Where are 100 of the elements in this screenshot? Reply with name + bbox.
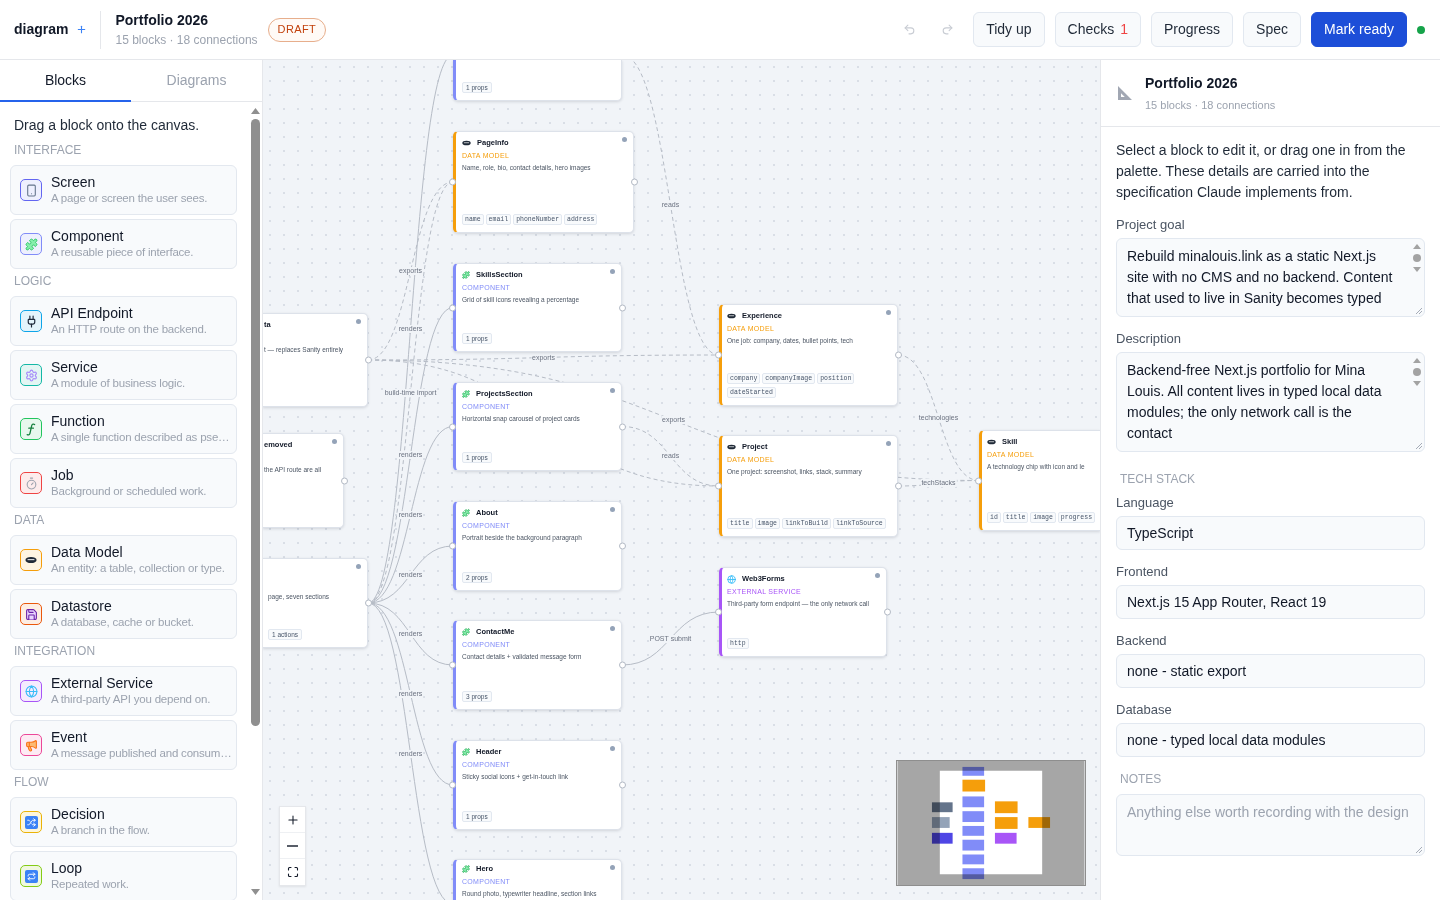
handle-icon[interactable] [895, 482, 902, 490]
phone-icon [20, 179, 42, 201]
resize-grip-icon[interactable] [1415, 442, 1422, 449]
scrollbar-thumb[interactable] [250, 119, 260, 726]
primary-button[interactable]: Mark ready [1310, 12, 1407, 47]
handle-icon[interactable] [365, 599, 372, 607]
handle-icon[interactable] [715, 608, 722, 616]
block-palette-item[interactable]: Job Background or scheduled work. [10, 458, 237, 508]
handle-icon[interactable] [631, 178, 638, 186]
puzzle-icon [462, 509, 470, 517]
block-title: Job [51, 467, 75, 484]
minimap-node [1028, 817, 1051, 828]
block-palette-item[interactable]: API Endpoint An HTTP route on the backend. [10, 296, 237, 346]
block-description: A page or screen the user sees. [51, 191, 208, 206]
handle-icon[interactable] [619, 542, 626, 550]
block-description: An HTTP route on the backend. [51, 322, 207, 337]
minimap-node [994, 832, 1017, 844]
handle-icon[interactable] [715, 351, 722, 359]
handle-icon[interactable] [449, 423, 456, 430]
input-field[interactable]: none - static export [1116, 654, 1425, 688]
block-title: External Service [51, 675, 154, 692]
plus-icon [285, 812, 300, 827]
handle-icon[interactable] [365, 356, 372, 364]
scrollbar-thumb[interactable] [1413, 254, 1421, 262]
block-title: Datastore [51, 598, 113, 615]
handle-icon[interactable] [449, 178, 456, 186]
minus-icon [287, 844, 298, 847]
minimap-node [962, 839, 985, 851]
handle-icon[interactable] [449, 661, 456, 669]
block-description: A message published and consum… [51, 746, 232, 761]
block-palette-item[interactable]: Decision A branch in the flow. [10, 797, 237, 847]
input-field[interactable]: Next.js 15 App Router, React 19 [1116, 585, 1425, 619]
disk-icon [727, 444, 736, 450]
scroll-down-icon[interactable] [250, 889, 260, 895]
minimap-node [931, 817, 950, 828]
scrollbar-thumb[interactable] [1413, 368, 1421, 376]
toolbar-button[interactable]: Spec [1243, 12, 1301, 47]
handle-icon[interactable] [715, 482, 722, 490]
handle-icon[interactable] [619, 304, 626, 311]
scroll-up-icon[interactable] [250, 108, 260, 114]
toolbar-button[interactable]: Progress [1151, 12, 1234, 47]
diagram-stats: 15 blocks · 18 connections [115, 32, 258, 48]
block-palette-item[interactable]: Service A module of business logic. [10, 350, 237, 400]
plus-icon[interactable] [76, 24, 88, 35]
textarea-field[interactable]: Backend-free Next.js portfolio for Mina Louis. All content lives in typed local data modules; the only network call is the contact [1116, 352, 1425, 452]
minimap-node [931, 832, 953, 844]
disk-icon [727, 313, 736, 319]
section-heading: TECH STACK [1119, 471, 1197, 487]
block-title: Function [51, 413, 106, 430]
field-label: Description [1116, 331, 1183, 347]
minimap-node [931, 802, 953, 813]
input-field[interactable]: none - typed local data modules [1116, 723, 1425, 757]
handle-icon[interactable] [449, 542, 456, 550]
diagram-stats: 15 blocks · 18 connections [1145, 98, 1276, 112]
scroll-down-icon[interactable] [1413, 267, 1421, 272]
diagram-title: Portfolio 2026 [1145, 74, 1239, 92]
minimap[interactable] [896, 760, 1086, 886]
handle-icon[interactable] [619, 781, 626, 789]
puzzle-icon [20, 233, 42, 255]
minimap-node [994, 817, 1018, 829]
inspector-intro: Select a block to edit it, or drag one in from the palette. These details are carried into the specification Claude implements from. [1116, 141, 1407, 202]
palette-hint: Drag a block onto the canvas. [13, 116, 201, 135]
scroll-up-icon[interactable] [1413, 244, 1421, 249]
handle-icon[interactable] [975, 477, 982, 484]
status-badge: DRAFT [267, 17, 327, 42]
resize-grip-icon[interactable] [1415, 846, 1422, 853]
block-palette-item[interactable]: Component A reusable piece of interface. [10, 219, 237, 269]
minimap-node [962, 766, 985, 776]
scroll-up-icon[interactable] [1413, 358, 1421, 363]
issue-count: 1 [1120, 20, 1128, 39]
field-label: Project goal [1116, 217, 1186, 233]
textarea-field[interactable]: Rebuild minalouis.link as a static Next.js site with no CMS and no backend. Content that used to live in Sanity becomes typed [1116, 238, 1425, 317]
scroll-down-icon[interactable] [1413, 381, 1421, 386]
handle-icon[interactable] [449, 781, 456, 789]
minimap-node [994, 801, 1018, 814]
disk-icon [462, 140, 471, 146]
block-palette-item[interactable]: Event A message published and consum… [10, 720, 237, 770]
globe-icon [727, 574, 736, 584]
block-palette-item[interactable]: Datastore A database, cache or bucket. [10, 589, 237, 639]
block-palette-item[interactable]: Screen A page or screen the user sees. [10, 165, 237, 215]
input-field[interactable]: TypeScript [1116, 516, 1425, 550]
block-description: A database, cache or bucket. [51, 615, 194, 630]
block-description: Repeated work. [51, 877, 129, 892]
block-palette-item[interactable]: Loop Repeated work. [10, 851, 237, 900]
block-palette-item[interactable]: External Service A third-party API you depend on. [10, 666, 237, 716]
handle-icon[interactable] [884, 608, 891, 616]
handle-icon[interactable] [619, 661, 626, 669]
toolbar-button[interactable]: Tidy up [973, 12, 1045, 47]
toolbar-button[interactable]: Checks 1 [1054, 12, 1141, 47]
tab[interactable]: Blocks [0, 60, 131, 102]
resize-grip-icon[interactable] [1415, 307, 1422, 314]
handle-icon[interactable] [619, 423, 626, 430]
handle-icon[interactable] [895, 351, 902, 359]
handle-icon[interactable] [449, 304, 456, 311]
block-palette-item[interactable]: Data Model An entity: a table, collection or type. [10, 535, 237, 585]
field-label: Database [1116, 702, 1173, 718]
block-palette-item[interactable]: Function A single function described as pse… [10, 404, 237, 454]
handle-icon[interactable] [341, 477, 348, 484]
block-title: Data Model [51, 544, 124, 561]
stopwatch-icon [20, 472, 42, 494]
